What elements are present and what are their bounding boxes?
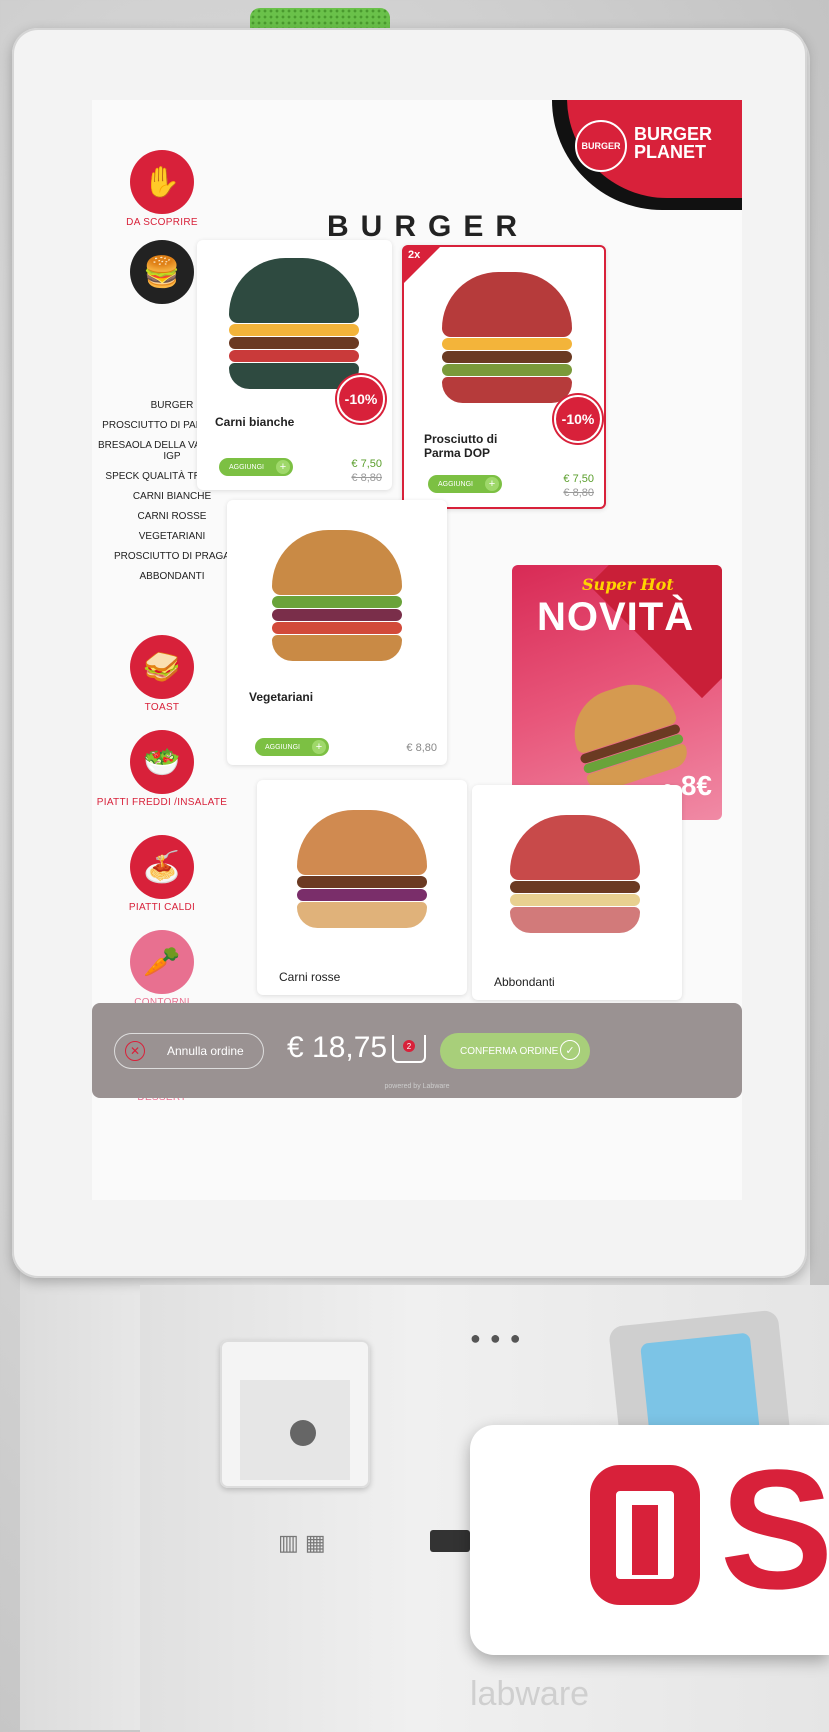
brand-logo-card: S <box>470 1425 829 1655</box>
category-piatti-caldi[interactable]: 🍝 PIATTI CALDI <box>92 835 232 913</box>
product-name: Prosciutto di Parma DOP <box>424 432 498 460</box>
add-button[interactable]: AGGIUNGI + <box>428 475 502 493</box>
brand-name: BURGER PLANET <box>634 124 713 162</box>
burger-image <box>297 810 427 928</box>
close-icon: ✕ <box>125 1041 145 1061</box>
promo-subtitle: Super Hot <box>582 575 674 594</box>
barcode-scanner <box>220 1340 370 1488</box>
hand-ok-icon: ✋ <box>130 150 194 214</box>
plus-icon: + <box>312 740 326 754</box>
product-old-price: € 8,80 <box>351 472 382 484</box>
product-card-carni-rosse[interactable]: Carni rosse <box>257 780 467 995</box>
pasta-icon: 🍝 <box>130 835 194 899</box>
check-icon: ✓ <box>560 1040 580 1060</box>
promo-banner[interactable]: Super Hot NOVITÀ 2x8€ <box>512 565 722 820</box>
burger-image <box>229 258 359 389</box>
basket-count-badge: 2 <box>403 1040 415 1052</box>
confirm-order-button[interactable]: CONFERMA ORDINE ✓ <box>440 1033 590 1069</box>
order-bar: ✕ Annulla ordine € 18,75 2 CONFERMA ORDI… <box>92 1003 742 1098</box>
category-da-scoprire[interactable]: ✋ DA SCOPRIRE <box>92 150 232 228</box>
product-name: Vegetariani <box>249 690 314 704</box>
order-total: € 18,75 <box>287 1031 388 1064</box>
discount-badge: -10% <box>554 395 602 443</box>
product-name: Carni bianche <box>215 415 295 429</box>
basket-icon[interactable]: 2 <box>392 1035 426 1063</box>
product-price: € 7,50 <box>563 473 594 485</box>
category-piatti-freddi[interactable]: 🥗 PIATTI FREDDI /INSALATE <box>92 730 232 808</box>
cancel-order-button[interactable]: ✕ Annulla ordine <box>114 1033 264 1069</box>
burger-image <box>442 272 572 403</box>
product-card-abbondanti[interactable]: Abbondanti <box>472 785 682 1000</box>
add-button[interactable]: AGGIUNGI + <box>255 738 329 756</box>
product-name: Carni rosse <box>279 970 341 984</box>
product-card-carni-bianche[interactable]: -10% Carni bianche AGGIUNGI + € 7,50 € 8… <box>197 240 392 490</box>
subcategory-carni-bianche[interactable]: CARNI BIANCHE <box>92 491 252 502</box>
receipt-slot <box>430 1530 470 1552</box>
powered-by: powered by Labware <box>384 1083 450 1090</box>
product-card-vegetariani[interactable]: Vegetariani AGGIUNGI + € 8,80 <box>227 500 447 765</box>
product-old-price: € 8,80 <box>563 487 594 499</box>
burger-image <box>510 815 640 933</box>
promo-title: NOVITÀ <box>537 595 695 639</box>
brand-watermark: labware <box>470 1675 590 1713</box>
burger-icon: 🍔 <box>130 240 194 304</box>
brand-corner: BURGER BURGER PLANET <box>552 100 742 210</box>
product-price: € 7,50 <box>351 458 382 470</box>
page-title: BURGER <box>327 210 530 243</box>
product-card-prosciutto-parma[interactable]: 2x -10% Prosciutto di Parma DOP AGGIUNGI… <box>402 245 606 509</box>
logo-letter: S <box>720 1435 829 1625</box>
barcode-qr-icon: ▥ ▦ <box>278 1530 326 1555</box>
discount-badge: -10% <box>337 375 385 423</box>
plus-icon: + <box>485 477 499 491</box>
plus-icon: + <box>276 460 290 474</box>
status-leds: ● ● ● <box>470 1328 523 1348</box>
scanner-lens-icon <box>290 1420 316 1446</box>
toast-icon: 🥪 <box>130 635 194 699</box>
burger-image <box>272 530 402 661</box>
category-toast[interactable]: 🥪 TOAST <box>92 635 232 713</box>
add-button[interactable]: AGGIUNGI + <box>219 458 293 476</box>
category-contorni[interactable]: 🥕 CONTORNI <box>92 930 232 1008</box>
vegetables-icon: 🥕 <box>130 930 194 994</box>
product-name: Abbondanti <box>494 975 555 989</box>
salad-icon: 🥗 <box>130 730 194 794</box>
brand-logo: BURGER <box>575 120 627 172</box>
product-price: € 8,80 <box>406 742 437 754</box>
